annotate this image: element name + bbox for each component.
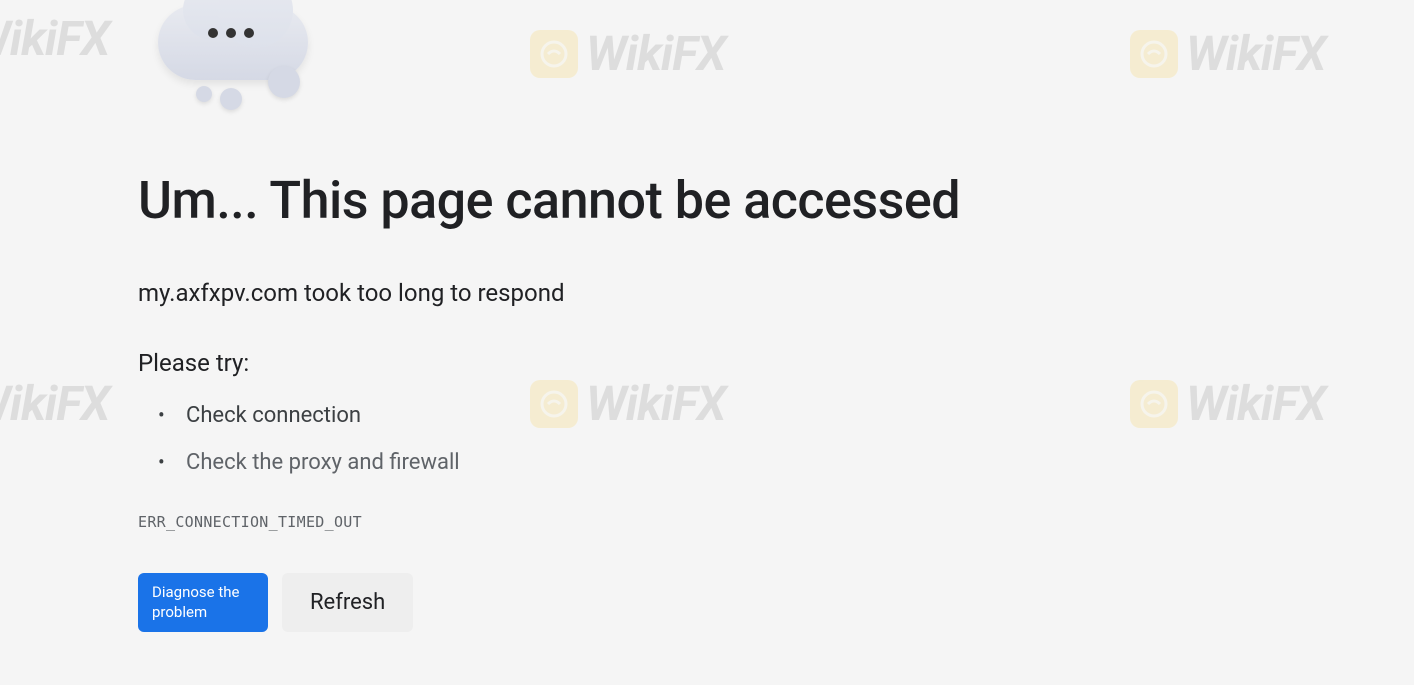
suggestion-item: Check connection (168, 403, 1414, 428)
suggestion-item[interactable]: Check the proxy and firewall (168, 450, 1414, 475)
error-subtext: my.axfxpv.com took too long to respond (138, 279, 1414, 307)
button-row: Diagnose the problem Refresh (138, 573, 1414, 632)
suggestions-list: Check connection Check the proxy and fir… (168, 403, 1414, 475)
error-page-content: Um... This page cannot be accessed my.ax… (0, 0, 1414, 632)
refresh-button[interactable]: Refresh (282, 573, 413, 632)
try-label: Please try: (138, 349, 1414, 377)
error-code: ERR_CONNECTION_TIMED_OUT (138, 513, 1414, 531)
diagnose-button[interactable]: Diagnose the problem (138, 573, 268, 632)
error-heading: Um... This page cannot be accessed (138, 170, 1414, 231)
sad-cloud-icon (158, 0, 328, 120)
